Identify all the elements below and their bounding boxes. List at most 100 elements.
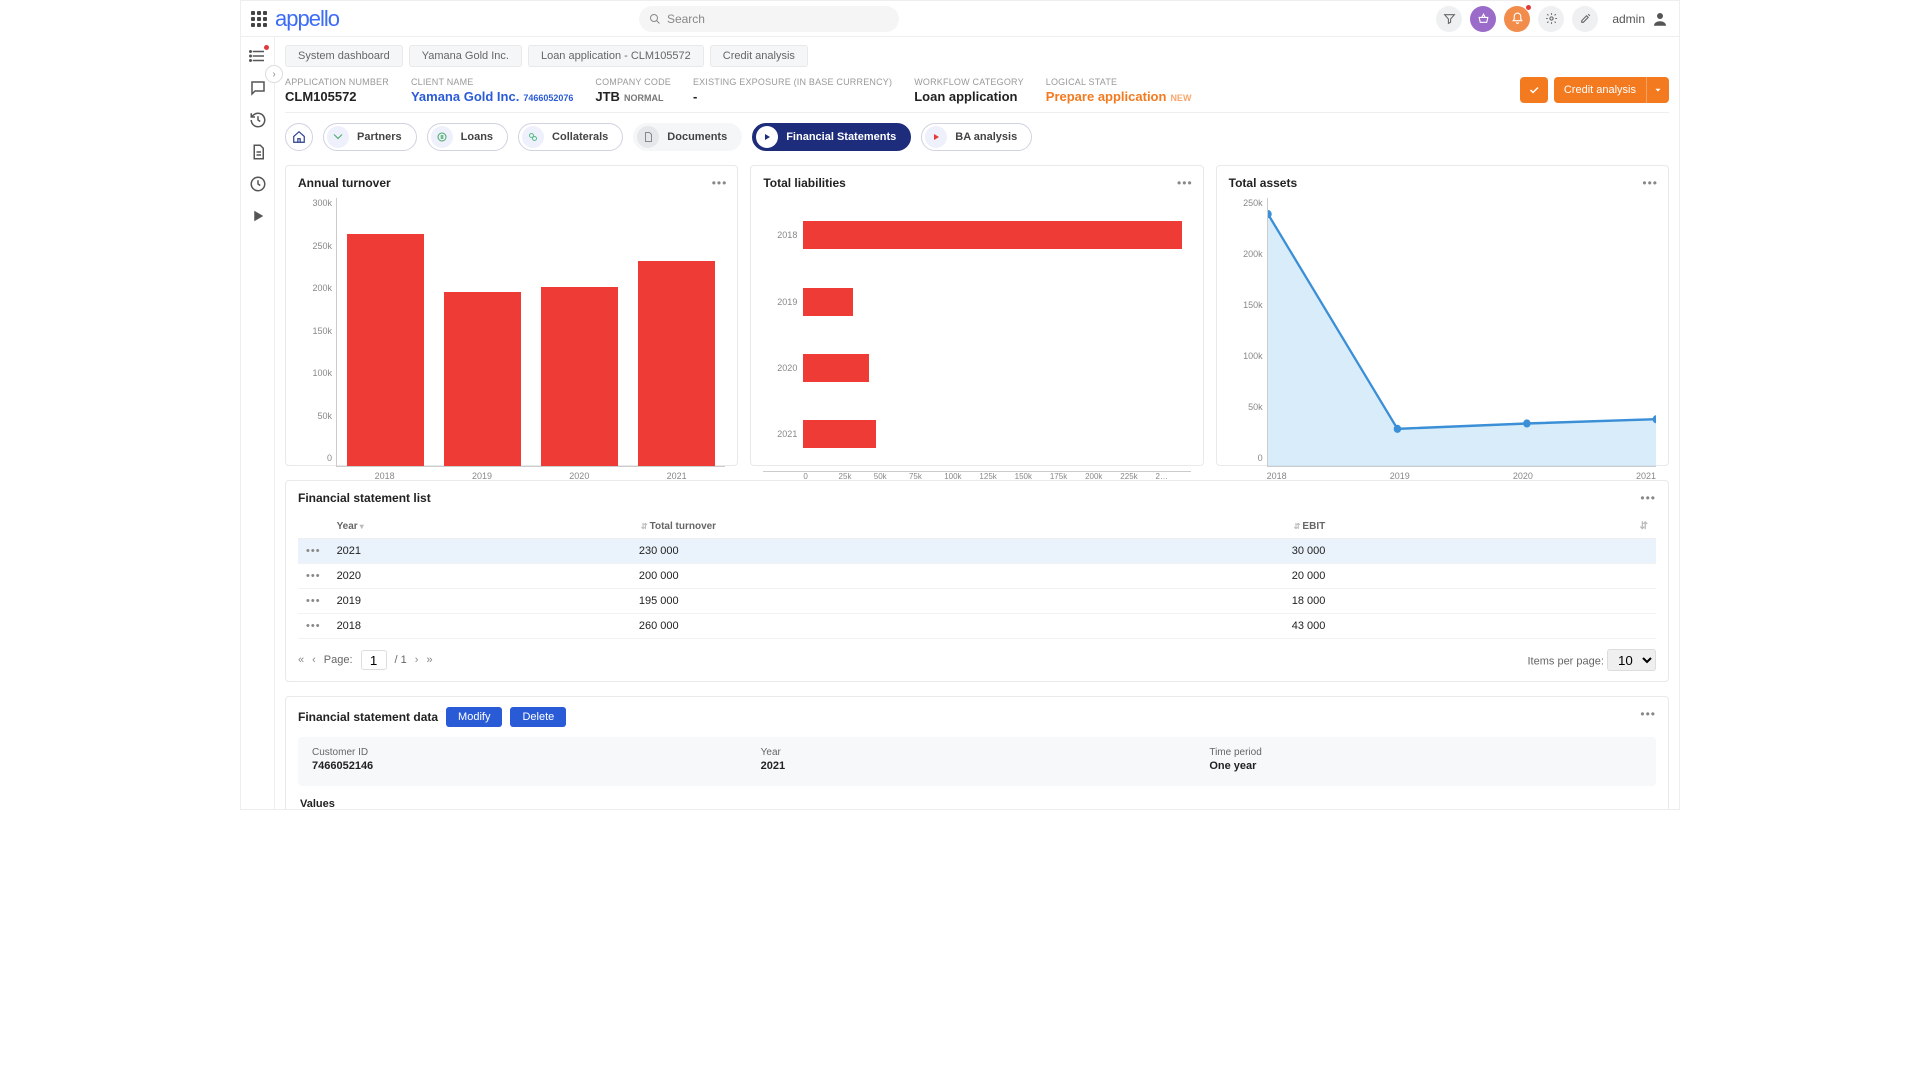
search-placeholder: Search <box>667 12 705 26</box>
card-annual-turnover: Annual turnover ••• 300k250k200k150k100k… <box>285 165 738 466</box>
ipp-label: Items per page: <box>1528 656 1604 668</box>
bar <box>638 261 715 467</box>
card-total-liabilities: Total liabilities ••• 2018201920202021 0… <box>750 165 1203 466</box>
card-menu-icon[interactable]: ••• <box>1642 176 1658 190</box>
bar <box>444 292 521 466</box>
nav-clock-icon[interactable] <box>249 175 267 193</box>
area-y-axis: 250k200k150k100k50k0 <box>1229 198 1267 463</box>
card-menu-icon[interactable]: ••• <box>1640 491 1656 505</box>
col-ebit[interactable]: ⇵EBIT <box>1284 515 1632 539</box>
credit-analysis-button[interactable]: Credit analysis <box>1554 77 1647 103</box>
crumb-0[interactable]: System dashboard <box>285 45 403 67</box>
page-next-icon[interactable]: › <box>415 654 419 666</box>
bar <box>347 234 424 467</box>
card-menu-icon[interactable]: ••• <box>1177 176 1193 190</box>
ipp-select[interactable]: 10 <box>1607 649 1656 671</box>
hbar-plot-area: 2018201920202021 <box>763 198 1190 471</box>
card-total-assets: Total assets ••• 250k200k150k100k50k0 20… <box>1216 165 1669 466</box>
field: Time periodOne year <box>1209 747 1642 776</box>
field: Customer ID7466052146 <box>312 747 745 776</box>
meta-state: LOGICAL STATE Prepare applicationNEW <box>1046 77 1192 104</box>
meta-exposure: EXISTING EXPOSURE (IN BASE CURRENCY) - <box>693 77 892 104</box>
row-menu-icon[interactable]: ••• <box>306 595 321 607</box>
hbar-row: 2018 <box>763 218 1190 252</box>
pill-loans[interactable]: Loans <box>427 123 508 151</box>
pager: « ‹ Page: / 1 › » Items per page: 10 <box>298 649 1656 671</box>
hbar-row: 2020 <box>763 351 1190 385</box>
card-fs-data: ••• Financial statement data Modify Dele… <box>285 696 1669 809</box>
table-row[interactable]: •••2021230 00030 000 <box>298 539 1656 564</box>
page-prev-icon[interactable]: ‹ <box>312 654 316 666</box>
filter-icon[interactable] <box>1436 6 1462 32</box>
meta-company: COMPANY CODE JTBNORMAL <box>595 77 671 104</box>
page-label: Page: <box>324 654 353 666</box>
gear-icon[interactable] <box>1538 6 1564 32</box>
bar-x-axis: 2018201920202021 <box>336 467 725 481</box>
page-first-icon[interactable]: « <box>298 654 304 666</box>
nav-expand-icon[interactable]: › <box>265 65 283 83</box>
card-title: Financial statement list <box>298 491 1656 505</box>
card-menu-icon[interactable]: ••• <box>1640 707 1656 721</box>
col-year[interactable]: Year▾ <box>329 515 631 539</box>
nav-doc-icon[interactable] <box>249 143 267 161</box>
topbar-actions <box>1436 6 1598 32</box>
col-turnover[interactable]: ⇵Total turnover <box>631 515 1284 539</box>
credit-analysis-caret[interactable] <box>1647 77 1669 103</box>
crumb-1[interactable]: Yamana Gold Inc. <box>409 45 522 67</box>
app-logo: appello <box>275 6 339 32</box>
section-tabs: Partners Loans Collaterals Documents Fin… <box>285 113 1669 161</box>
meta-workflow: WORKFLOW CATEGORY Loan application <box>914 77 1024 104</box>
bar-plot-area <box>336 198 725 467</box>
fs-table: Year▾ ⇵Total turnover ⇵EBIT ⇵ •••2021230… <box>298 515 1656 639</box>
crumb-3[interactable]: Credit analysis <box>710 45 808 67</box>
nav-history-icon[interactable] <box>249 111 267 129</box>
table-row[interactable]: •••2019195 00018 000 <box>298 589 1656 614</box>
apps-grid-icon[interactable] <box>251 11 267 27</box>
card-title: Total assets <box>1229 176 1656 190</box>
nav-list-icon[interactable] <box>249 47 267 65</box>
left-nav: › <box>241 37 275 809</box>
nav-play-icon[interactable] <box>249 207 267 225</box>
user-icon <box>1651 10 1669 28</box>
hbar-row: 2019 <box>763 285 1190 319</box>
table-row[interactable]: •••2020200 00020 000 <box>298 564 1656 589</box>
pill-financial-statements[interactable]: Financial Statements <box>752 123 911 151</box>
user-name: admin <box>1612 12 1645 26</box>
fs-summary-grid: Customer ID7466052146Year2021Time period… <box>298 737 1656 786</box>
bell-icon[interactable] <box>1504 6 1530 32</box>
table-row[interactable]: •••2018260 00043 000 <box>298 614 1656 639</box>
pill-partners[interactable]: Partners <box>323 123 417 151</box>
page-input[interactable] <box>361 650 387 670</box>
area-x-axis: 2018201920202021 <box>1267 467 1656 481</box>
card-title: Total liabilities <box>763 176 1190 190</box>
card-fs-list: ••• Financial statement list Year▾ ⇵Tota… <box>285 480 1669 682</box>
pill-documents[interactable]: Documents <box>633 123 742 151</box>
main-content: System dashboard Yamana Gold Inc. Loan a… <box>275 37 1679 809</box>
hbar-x-axis: 025k50k75k100k125k150k175k200k225k2… <box>763 471 1190 481</box>
client-id: 7466052076 <box>523 93 573 103</box>
record-header: APPLICATION NUMBER CLM105572 CLIENT NAME… <box>285 75 1669 113</box>
row-menu-icon[interactable]: ••• <box>306 545 321 557</box>
home-pill[interactable] <box>285 123 313 151</box>
row-menu-icon[interactable]: ••• <box>306 570 321 582</box>
user-menu[interactable]: admin <box>1612 10 1669 28</box>
delete-button[interactable]: Delete <box>510 707 566 727</box>
row-menu-icon[interactable]: ••• <box>306 620 321 632</box>
pill-ba-analysis[interactable]: BA analysis <box>921 123 1032 151</box>
pill-collaterals[interactable]: Collaterals <box>518 123 623 151</box>
page-last-icon[interactable]: » <box>426 654 432 666</box>
client-link[interactable]: Yamana Gold Inc. <box>411 89 519 104</box>
crumb-2[interactable]: Loan application - CLM105572 <box>528 45 704 67</box>
card-menu-icon[interactable]: ••• <box>712 176 728 190</box>
page-total: / 1 <box>395 654 407 666</box>
search-input[interactable]: Search <box>639 6 899 32</box>
meta-client: CLIENT NAME Yamana Gold Inc.7466052076 <box>411 77 573 104</box>
meta-app-number: APPLICATION NUMBER CLM105572 <box>285 77 389 104</box>
basket-icon[interactable] <box>1470 6 1496 32</box>
bar <box>541 287 618 466</box>
modify-button[interactable]: Modify <box>446 707 502 727</box>
approve-button[interactable] <box>1520 77 1548 103</box>
nav-chat-icon[interactable] <box>249 79 267 97</box>
search-icon <box>649 13 661 25</box>
tools-icon[interactable] <box>1572 6 1598 32</box>
